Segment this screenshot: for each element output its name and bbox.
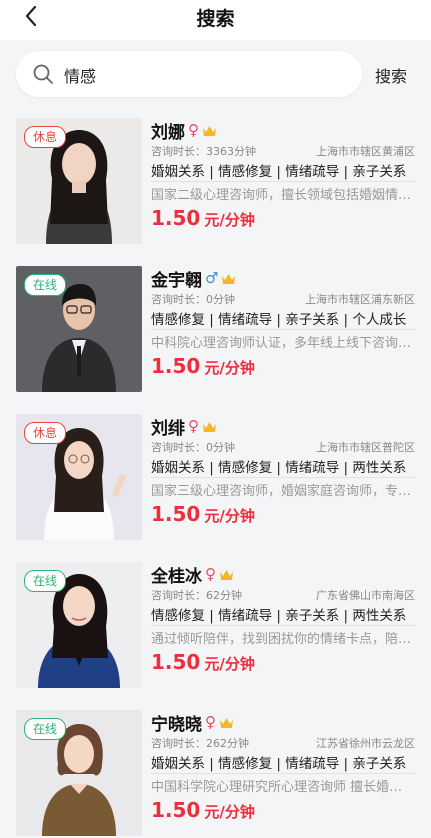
name-row: 刘绯 ♀: [151, 414, 217, 439]
top-bar: 搜索: [0, 0, 431, 40]
search-bar: 搜索: [0, 40, 431, 110]
divider: [151, 625, 415, 626]
female-gender-icon: ♀: [205, 564, 216, 583]
consult-duration: 咨询时长：262分钟: [151, 737, 249, 750]
price-value: 1.50: [151, 354, 201, 378]
search-button[interactable]: 搜索: [375, 63, 407, 87]
counselor-photo[interactable]: 休息: [16, 118, 142, 244]
price: 1.50 元/分钟: [151, 502, 255, 526]
crown-icon: [220, 717, 233, 728]
female-gender-icon: ♀: [205, 712, 216, 731]
location: 江苏省徐州市云龙区: [316, 737, 415, 750]
counselor-photo[interactable]: 在线: [16, 710, 142, 836]
divider: [151, 773, 415, 774]
consult-duration: 咨询时长：0分钟: [151, 293, 235, 306]
intro-text: 通过倾听陪伴，找到困扰你的情绪卡点，陪你走出困境: [151, 632, 415, 646]
price-unit: 元/分钟: [204, 359, 255, 377]
search-box[interactable]: [16, 51, 362, 99]
crown-icon: [203, 125, 216, 136]
intro-text: 国家三级心理咨询师，婚姻家庭咨询师，专注情感咨询: [151, 484, 415, 498]
price-value: 1.50: [151, 502, 201, 526]
divider: [151, 181, 415, 182]
specialty-tags: 情感修复 | 情绪疏导 | 亲子关系 | 两性关系: [151, 608, 407, 624]
meta-row: 咨询时长：62分钟 广东省佛山市南海区: [151, 587, 415, 603]
location: 上海市市辖区黄浦区: [316, 145, 415, 158]
status-badge: 休息: [24, 422, 67, 444]
search-input[interactable]: [62, 51, 346, 99]
intro-text: 中科院心理咨询师认证，多年线上线下咨询经验: [151, 336, 415, 350]
name-row: 宁晓晓 ♀: [151, 710, 234, 735]
meta-row: 咨询时长：3363分钟 上海市市辖区黄浦区: [151, 143, 415, 159]
price-unit: 元/分钟: [204, 655, 255, 673]
name-row: 全桂冰 ♀: [151, 562, 234, 587]
name-row: 刘娜 ♀: [151, 118, 217, 143]
price-unit: 元/分钟: [204, 507, 255, 525]
female-gender-icon: ♀: [188, 120, 199, 139]
crown-icon: [220, 569, 233, 580]
meta-row: 咨询时长：0分钟 上海市市辖区浦东新区: [151, 291, 415, 307]
crown-icon: [222, 273, 236, 284]
name-row: 金宇翱 ♂: [151, 266, 236, 291]
price: 1.50 元/分钟: [151, 798, 255, 822]
female-gender-icon: ♀: [188, 416, 199, 435]
counselor-card[interactable]: 休息 刘娜 ♀ 咨询时长：3363分钟 上海市市辖区黄浦区 婚姻关系 | 情感修…: [0, 108, 431, 246]
specialty-tags: 婚姻关系 | 情感修复 | 情绪疏导 | 亲子关系: [151, 164, 407, 180]
price: 1.50 元/分钟: [151, 354, 255, 378]
specialty-tags: 婚姻关系 | 情感修复 | 情绪疏导 | 两性关系: [151, 460, 407, 476]
counselor-card[interactable]: 在线 宁晓晓 ♀ 咨询时长：262分钟 江苏省徐州市云龙区 婚姻关系 | 情感修…: [0, 700, 431, 838]
status-badge: 休息: [24, 126, 67, 148]
counselor-card[interactable]: 休息 刘绯 ♀ 咨询时长：0分钟 上海市市辖区普陀区 婚姻关系 | 情感修复 |…: [0, 404, 431, 542]
status-badge: 在线: [24, 570, 67, 592]
price-value: 1.50: [151, 206, 201, 230]
location: 广东省佛山市南海区: [316, 589, 415, 602]
intro-text: 中国科学院心理研究所心理咨询师 擅长婚恋情感: [151, 780, 415, 794]
location: 上海市市辖区普陀区: [316, 441, 415, 454]
price-value: 1.50: [151, 650, 201, 674]
location: 上海市市辖区浦东新区: [305, 293, 415, 306]
counselor-photo[interactable]: 在线: [16, 266, 142, 392]
price-unit: 元/分钟: [204, 803, 255, 821]
price-value: 1.50: [151, 798, 201, 822]
price: 1.50 元/分钟: [151, 206, 255, 230]
price-unit: 元/分钟: [204, 211, 255, 229]
price: 1.50 元/分钟: [151, 650, 255, 674]
specialty-tags: 情感修复 | 情绪疏导 | 亲子关系 | 个人成长: [151, 312, 407, 328]
crown-icon: [203, 421, 216, 432]
counselor-card[interactable]: 在线 金宇翱 ♂ 咨询时长：0分钟 上海市市辖区浦东新区 情感修复 | 情绪疏导…: [0, 256, 431, 394]
divider: [151, 329, 415, 330]
status-badge: 在线: [24, 718, 67, 740]
consult-duration: 咨询时长：62分钟: [151, 589, 242, 602]
consult-duration: 咨询时长：0分钟: [151, 441, 235, 454]
counselor-name: 金宇翱: [151, 270, 202, 291]
search-icon: [33, 64, 53, 84]
page-title: 搜索: [196, 8, 235, 30]
counselor-name: 宁晓晓: [151, 714, 202, 735]
counselor-name: 刘绯: [151, 418, 185, 439]
male-gender-icon: ♂: [205, 268, 219, 287]
specialty-tags: 婚姻关系 | 情感修复 | 情绪疏导 | 亲子关系: [151, 756, 407, 772]
meta-row: 咨询时长：0分钟 上海市市辖区普陀区: [151, 439, 415, 455]
counselor-name: 刘娜: [151, 122, 185, 143]
consult-duration: 咨询时长：3363分钟: [151, 145, 256, 158]
counselor-photo[interactable]: 休息: [16, 414, 142, 540]
divider: [151, 477, 415, 478]
counselor-card[interactable]: 在线 全桂冰 ♀ 咨询时长：62分钟 广东省佛山市南海区 情感修复 | 情绪疏导…: [0, 552, 431, 690]
meta-row: 咨询时长：262分钟 江苏省徐州市云龙区: [151, 735, 415, 751]
status-badge: 在线: [24, 274, 67, 296]
counselor-name: 全桂冰: [151, 566, 202, 587]
counselor-photo[interactable]: 在线: [16, 562, 142, 688]
intro-text: 国家二级心理咨询师，擅长领域包括婚姻情感、情绪管理等: [151, 188, 415, 202]
